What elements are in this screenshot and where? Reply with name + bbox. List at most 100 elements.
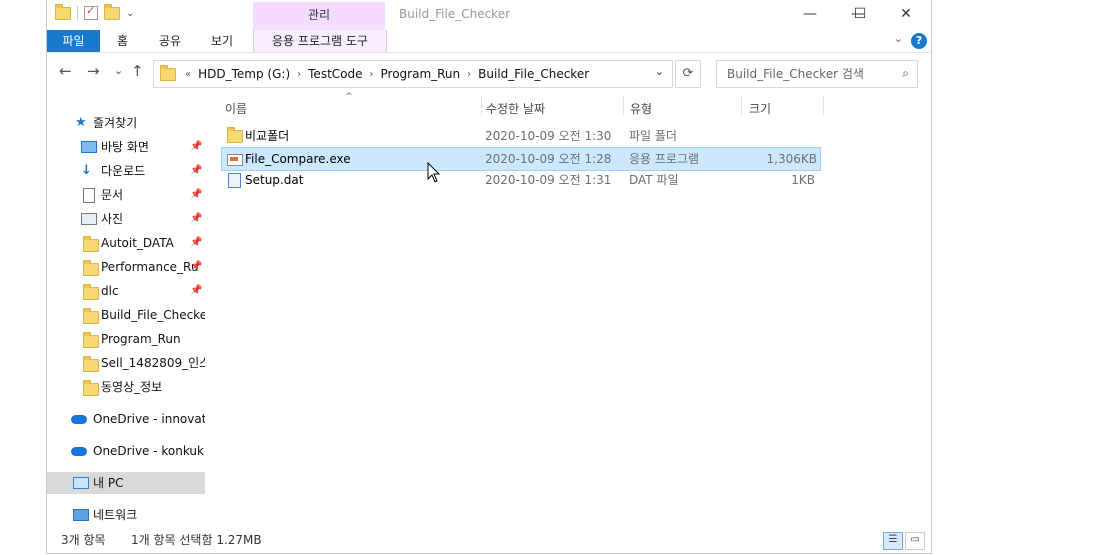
search-box[interactable]: ⌕ <box>716 60 918 88</box>
pictures-icon <box>81 213 97 225</box>
sidebar-item-label: dlc <box>101 284 119 298</box>
search-icon[interactable]: ⌕ <box>902 66 909 81</box>
sidebar-item-dlc[interactable]: dlc 📌 <box>47 280 205 302</box>
help-icon[interactable]: ? <box>911 33 927 49</box>
sidebar-item-label: 바탕 화면 <box>101 140 149 154</box>
table-row[interactable]: File_Compare.exe 2020-10-09 오전 1:28 응용 프… <box>221 147 821 171</box>
pin-icon[interactable]: 📌 <box>190 136 202 158</box>
sidebar-item-autoit-data[interactable]: Autoit_DATA 📌 <box>47 232 205 254</box>
toolbar-divider <box>77 6 78 20</box>
ribbon-tabs: 파일 홈 공유 보기 응용 프로그램 도구 ⌄ ? <box>47 30 931 53</box>
document-icon <box>83 188 95 203</box>
column-header-size[interactable]: 크기 <box>749 100 771 117</box>
dat-file-icon <box>228 173 241 188</box>
sort-ascending-icon: ^ <box>345 92 353 102</box>
address-dropdown-icon[interactable]: ⌄ <box>655 65 664 78</box>
search-input[interactable] <box>725 66 889 82</box>
folder-icon <box>227 127 243 143</box>
tab-view[interactable]: 보기 <box>211 30 233 52</box>
sidebar-item-onedrive-innovate[interactable]: OneDrive - innovate <box>47 408 205 430</box>
file-type: 응용 프로그램 <box>629 152 700 166</box>
column-header-type[interactable]: 유형 <box>630 100 652 117</box>
mouse-cursor-icon <box>427 162 441 183</box>
sidebar-item-sell[interactable]: Sell_1482809_인스 <box>47 352 205 374</box>
column-divider[interactable] <box>481 96 482 116</box>
file-size: 1KB <box>791 173 815 187</box>
sidebar-item-pictures[interactable]: 사진 📌 <box>47 208 205 230</box>
column-header-date[interactable]: 수정한 날짜 <box>486 100 545 117</box>
file-name: File_Compare.exe <box>245 152 351 166</box>
sidebar-item-network[interactable]: 네트워크 <box>47 504 205 526</box>
file-date: 2020-10-09 오전 1:31 <box>485 173 612 187</box>
breadcrumb-separator[interactable]: › <box>294 69 304 80</box>
pin-icon[interactable]: 📌 <box>190 280 202 302</box>
sidebar-item-onedrive-konkuk[interactable]: OneDrive - konkuk.a <box>47 440 205 462</box>
context-tab-group-label: 관리 <box>253 2 385 30</box>
pin-icon[interactable]: 📌 <box>190 256 202 278</box>
tab-application-tools[interactable]: 응용 프로그램 도구 <box>253 30 387 52</box>
sidebar-item-performance-run[interactable]: Performance_Ru 📌 <box>47 256 205 278</box>
column-divider[interactable] <box>741 96 742 116</box>
folder-icon <box>83 236 99 252</box>
navigation-pane: ★ 즐겨찾기 바탕 화면 📌 ↓ 다운로드 📌 문서 📌 사진 📌 Autoit… <box>47 108 205 528</box>
table-row[interactable]: Setup.dat 2020-10-09 오전 1:31 DAT 파일 1KB <box>221 169 819 191</box>
address-bar[interactable]: « HDD_Temp (G:) › TestCode › Program_Run… <box>153 60 673 88</box>
up-button[interactable]: ↑ <box>131 62 144 80</box>
status-bar: 3개 항목 1개 항목 선택함 1.27MB ☰ ▭ <box>47 530 931 553</box>
customize-toolbar-icon[interactable]: ⌄ <box>126 8 134 19</box>
back-button[interactable]: ← <box>59 62 72 80</box>
sidebar-item-program-run[interactable]: Program_Run <box>47 328 205 350</box>
column-divider[interactable] <box>823 96 824 116</box>
breadcrumb-program-run[interactable]: Program_Run <box>377 67 465 81</box>
sidebar-item-label: Autoit_DATA <box>101 236 174 250</box>
column-divider[interactable] <box>623 96 624 116</box>
ribbon-expand-icon[interactable]: ⌄ <box>894 32 903 45</box>
column-header-name[interactable]: 이름 <box>225 100 247 117</box>
pin-icon[interactable]: 📌 <box>190 232 202 254</box>
sidebar-item-this-pc[interactable]: 내 PC <box>47 472 205 494</box>
pin-icon[interactable]: 📌 <box>190 184 202 206</box>
file-name: 비교폴더 <box>245 129 290 143</box>
new-folder-icon[interactable] <box>104 3 120 20</box>
tab-home[interactable]: 홈 <box>117 30 128 52</box>
tab-file[interactable]: 파일 <box>47 30 100 52</box>
properties-icon[interactable] <box>84 4 98 20</box>
breadcrumb-overflow[interactable]: « <box>182 69 194 80</box>
tiles-view-button[interactable]: ▭ <box>905 532 925 550</box>
minimize-button[interactable]: — <box>787 0 833 28</box>
sidebar-item-video-info[interactable]: 동영상_정보 <box>47 376 205 398</box>
selection-info: 1개 항목 선택함 1.27MB <box>131 533 262 547</box>
star-icon: ★ <box>75 115 87 130</box>
pin-icon[interactable]: 📌 <box>190 160 202 182</box>
forward-button[interactable]: → <box>87 62 100 80</box>
close-button[interactable]: ✕ <box>883 0 929 28</box>
sidebar-item-downloads[interactable]: ↓ 다운로드 📌 <box>47 160 205 182</box>
folder-icon <box>83 332 99 348</box>
sidebar-item-label: 네트워크 <box>93 508 138 522</box>
table-row[interactable]: 비교폴더 2020-10-09 오전 1:30 파일 폴더 <box>221 125 819 147</box>
window-title: Build_File_Checker <box>399 7 511 21</box>
folder-icon <box>83 260 99 276</box>
folder-icon <box>160 64 176 81</box>
breadcrumb-build-file-checker[interactable]: Build_File_Checker <box>474 67 593 81</box>
tab-share[interactable]: 공유 <box>159 30 181 52</box>
recent-locations-icon[interactable]: ⌄ <box>114 64 123 77</box>
breadcrumb-separator[interactable]: › <box>464 69 474 80</box>
sidebar-item-quick-access[interactable]: ★ 즐겨찾기 <box>47 112 205 134</box>
sidebar-item-label: OneDrive - konkuk.a <box>93 444 205 458</box>
details-view-button[interactable]: ☰ <box>883 532 903 550</box>
folder-icon <box>55 3 71 20</box>
sidebar-item-desktop[interactable]: 바탕 화면 📌 <box>47 136 205 158</box>
sidebar-item-build-file-checker[interactable]: Build_File_Checker <box>47 304 205 326</box>
breadcrumb-testcode[interactable]: TestCode <box>304 67 366 81</box>
breadcrumb-drive[interactable]: HDD_Temp (G:) <box>194 67 294 81</box>
refresh-button[interactable]: ⟳ <box>675 60 701 88</box>
pin-icon[interactable]: 📌 <box>190 208 202 230</box>
exe-icon <box>227 154 243 166</box>
sidebar-item-documents[interactable]: 문서 📌 <box>47 184 205 206</box>
download-icon: ↓ <box>81 163 92 178</box>
sidebar-item-label: Sell_1482809_인스 <box>101 356 205 370</box>
file-name: Setup.dat <box>245 173 304 187</box>
maximize-button[interactable]: ☐ <box>837 0 883 28</box>
breadcrumb-separator[interactable]: › <box>367 69 377 80</box>
